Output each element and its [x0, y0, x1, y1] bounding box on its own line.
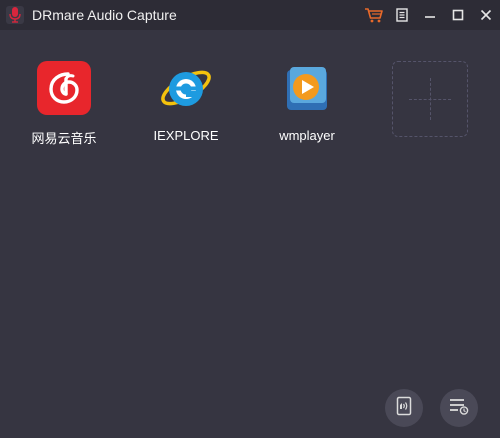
history-button[interactable]	[440, 389, 478, 427]
netease-cloud-music-icon	[36, 60, 92, 116]
app-label: IEXPLORE	[153, 128, 219, 143]
shopping-cart-icon[interactable]	[360, 0, 388, 30]
app-label: 网易云音乐	[31, 131, 97, 146]
maximize-icon[interactable]	[444, 0, 472, 30]
app-tile-wmplayer[interactable]: wmplayer	[259, 60, 355, 160]
app-logo-icon	[6, 6, 24, 24]
menu-icon[interactable]	[388, 0, 416, 30]
app-tile-iexplore[interactable]: IEXPLORE	[138, 60, 234, 160]
app-label: wmplayer	[279, 128, 335, 143]
windows-media-player-icon	[279, 60, 335, 116]
minimize-icon[interactable]	[416, 0, 444, 30]
captured-files-button[interactable]	[385, 389, 423, 427]
add-icon-vertical	[430, 78, 431, 120]
window-controls	[360, 0, 500, 30]
internet-explorer-icon	[158, 60, 214, 116]
app-title: DRmare Audio Capture	[32, 7, 177, 23]
add-app-button[interactable]	[392, 61, 468, 137]
title-bar: DRmare Audio Capture	[0, 0, 500, 30]
audio-files-icon	[396, 396, 412, 421]
app-grid: 网易云音乐 IEXPLORE wmplayer	[0, 30, 500, 438]
app-tile-netease-cloud-music[interactable]: 网易云音乐	[16, 60, 112, 160]
close-icon[interactable]	[472, 0, 500, 30]
history-list-icon	[449, 397, 469, 420]
